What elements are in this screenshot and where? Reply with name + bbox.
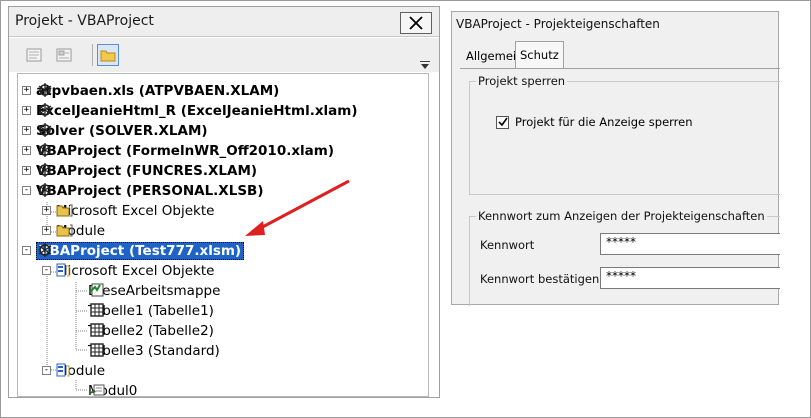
lock-project-checkbox-row[interactable]: Projekt für die Anzeige sperren (496, 115, 693, 129)
password-field[interactable]: ***** (600, 233, 780, 255)
confirm-password-field[interactable]: ***** (600, 267, 780, 289)
password-group: Kennwort zum Anzeigen der Projekteigensc… (469, 209, 780, 306)
project-properties-dialog: VBAProject - Projekteigenschaften Allgem… (451, 11, 780, 306)
lock-group-legend: Projekt sperren (476, 74, 568, 88)
lock-project-checkbox[interactable] (496, 115, 509, 129)
lock-project-label: Projekt für die Anzeige sperren (515, 115, 693, 129)
tab-schutz[interactable]: Schutz (515, 41, 564, 69)
lock-project-group: Projekt sperren (469, 74, 780, 195)
checkmark-icon (497, 117, 508, 127)
password-label: Kennwort (480, 238, 535, 252)
password-group-legend: Kennwort zum Anzeigen der Projekteigensc… (476, 209, 767, 223)
project-explorer-panel: Projekt - VBAProject + atpvbaen.xls (ATP… (8, 6, 440, 399)
confirm-password-label: Kennwort bestätigen (480, 272, 600, 286)
annotation-arrow (245, 179, 350, 236)
dialog-title: VBAProject - Projekteigenschaften (456, 17, 660, 31)
tab-strip-border (460, 68, 780, 69)
